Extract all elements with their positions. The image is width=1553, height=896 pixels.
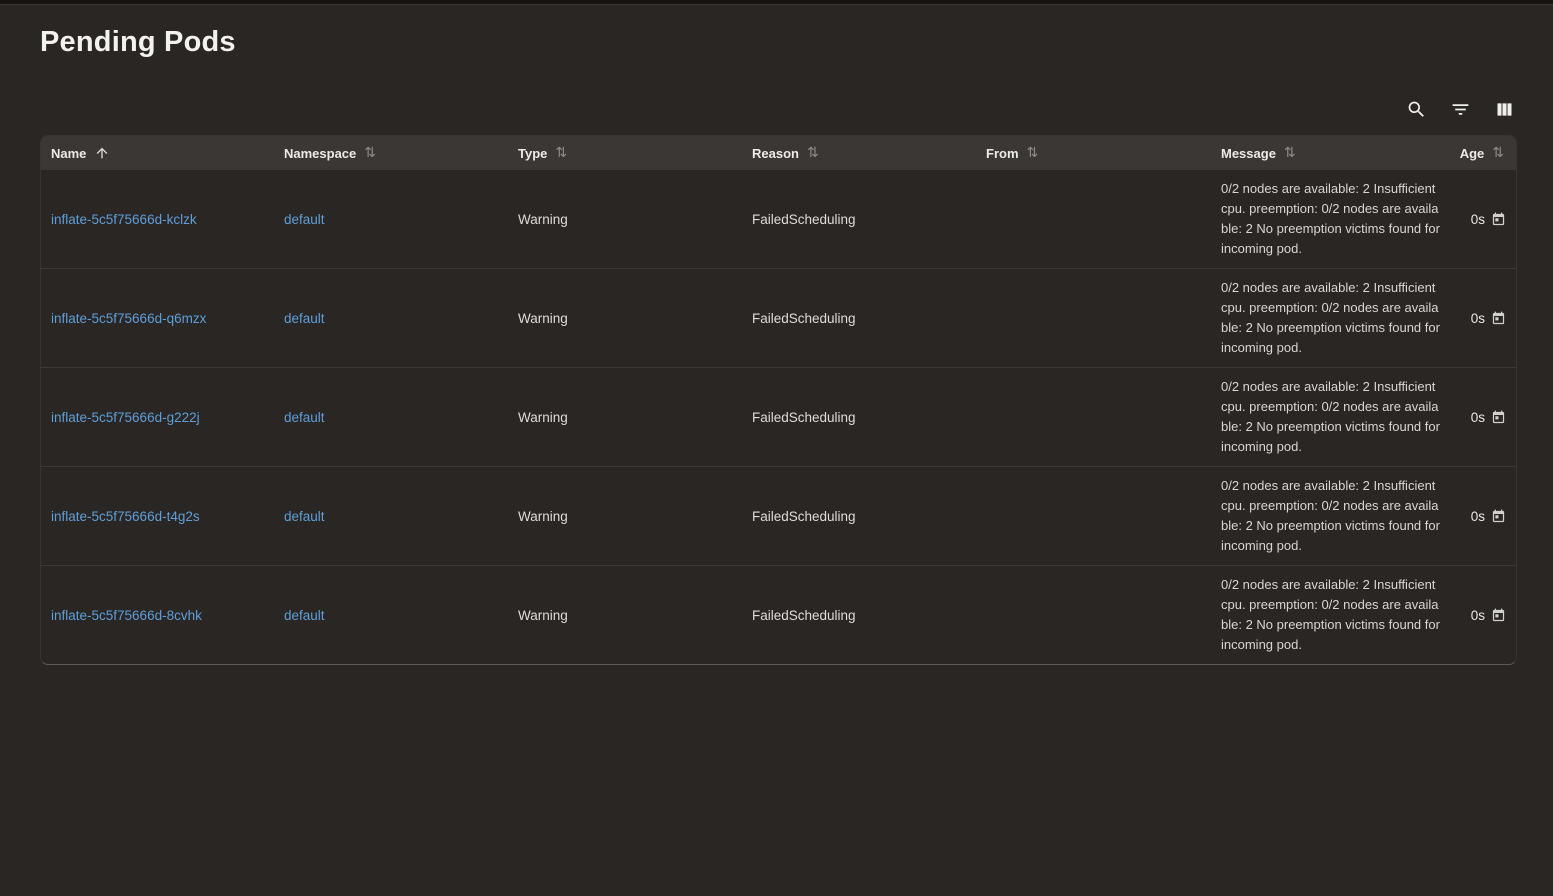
- table-row: inflate-5c5f75666d-g222j default Warning…: [41, 368, 1516, 467]
- calendar-icon: [1491, 608, 1506, 623]
- namespace-link[interactable]: default: [284, 212, 325, 227]
- sort-icon: ⇅: [1284, 146, 1296, 160]
- pending-pods-table: Name Namespace ⇅ Type ⇅ Reason ⇅ From ⇅: [40, 135, 1517, 665]
- column-header-from[interactable]: From ⇅: [986, 146, 1221, 161]
- table-row: inflate-5c5f75666d-t4g2s default Warning…: [41, 467, 1516, 566]
- calendar-icon: [1491, 212, 1506, 227]
- table-header-row: Name Namespace ⇅ Type ⇅ Reason ⇅ From ⇅: [41, 136, 1516, 170]
- namespace-link[interactable]: default: [284, 509, 325, 524]
- table-row: inflate-5c5f75666d-q6mzx default Warning…: [41, 269, 1516, 368]
- namespace-cell: default: [284, 311, 518, 326]
- namespace-cell: default: [284, 410, 518, 425]
- column-header-type[interactable]: Type ⇅: [518, 146, 752, 161]
- age-cell: 0s: [1456, 509, 1516, 524]
- table-row: inflate-5c5f75666d-8cvhk default Warning…: [41, 566, 1516, 664]
- type-cell: Warning: [518, 311, 752, 326]
- age-cell: 0s: [1456, 212, 1516, 227]
- namespace-cell: default: [284, 608, 518, 623]
- message-cell: 0/2 nodes are available: 2 Insufficient …: [1221, 467, 1441, 565]
- search-button[interactable]: [1403, 96, 1429, 122]
- sort-icon: ⇅: [364, 146, 376, 160]
- namespace-cell: default: [284, 212, 518, 227]
- sort-icon: ⇅: [1492, 146, 1504, 160]
- page-title: Pending Pods: [40, 26, 1517, 59]
- column-header-message[interactable]: Message ⇅: [1221, 146, 1456, 161]
- age-value: 0s: [1471, 608, 1485, 623]
- pod-name-link[interactable]: inflate-5c5f75666d-kclzk: [51, 212, 197, 227]
- reason-cell: FailedScheduling: [752, 410, 986, 425]
- calendar-icon: [1491, 311, 1506, 326]
- column-label: Type: [518, 146, 547, 161]
- namespace-link[interactable]: default: [284, 608, 325, 623]
- name-cell: inflate-5c5f75666d-8cvhk: [51, 608, 284, 623]
- age-value: 0s: [1471, 212, 1485, 227]
- calendar-icon: [1491, 509, 1506, 524]
- age-value: 0s: [1471, 509, 1485, 524]
- type-cell: Warning: [518, 608, 752, 623]
- filter-button[interactable]: [1447, 96, 1473, 122]
- sort-icon: ⇅: [807, 146, 819, 160]
- sort-icon: ⇅: [555, 146, 567, 160]
- calendar-icon: [1491, 410, 1506, 425]
- sort-icon: ⇅: [1027, 146, 1039, 160]
- search-icon: [1406, 99, 1427, 120]
- pod-name-link[interactable]: inflate-5c5f75666d-t4g2s: [51, 509, 200, 524]
- pending-pods-page: Pending Pods Name N: [0, 26, 1553, 665]
- column-label: Reason: [752, 146, 799, 161]
- age-value: 0s: [1471, 311, 1485, 326]
- table-toolbar: [40, 96, 1517, 122]
- namespace-link[interactable]: default: [284, 311, 325, 326]
- reason-cell: FailedScheduling: [752, 311, 986, 326]
- type-cell: Warning: [518, 509, 752, 524]
- column-label: Message: [1221, 146, 1276, 161]
- message-cell: 0/2 nodes are available: 2 Insufficient …: [1221, 368, 1441, 466]
- age-value: 0s: [1471, 410, 1485, 425]
- name-cell: inflate-5c5f75666d-t4g2s: [51, 509, 284, 524]
- view-columns-icon: [1494, 99, 1515, 120]
- table-row: inflate-5c5f75666d-kclzk default Warning…: [41, 170, 1516, 269]
- age-cell: 0s: [1456, 311, 1516, 326]
- message-cell: 0/2 nodes are available: 2 Insufficient …: [1221, 566, 1441, 664]
- table-body: inflate-5c5f75666d-kclzk default Warning…: [41, 170, 1516, 664]
- message-cell: 0/2 nodes are available: 2 Insufficient …: [1221, 269, 1441, 367]
- column-label: From: [986, 146, 1019, 161]
- reason-cell: FailedScheduling: [752, 509, 986, 524]
- name-cell: inflate-5c5f75666d-q6mzx: [51, 311, 284, 326]
- reason-cell: FailedScheduling: [752, 608, 986, 623]
- message-cell: 0/2 nodes are available: 2 Insufficient …: [1221, 170, 1441, 268]
- top-strip: [0, 0, 1553, 5]
- namespace-cell: default: [284, 509, 518, 524]
- filter-list-icon: [1450, 99, 1471, 120]
- column-header-age[interactable]: Age ⇅: [1456, 146, 1516, 161]
- column-label: Name: [51, 146, 86, 161]
- age-cell: 0s: [1456, 410, 1516, 425]
- type-cell: Warning: [518, 410, 752, 425]
- column-header-namespace[interactable]: Namespace ⇅: [284, 146, 518, 161]
- column-header-reason[interactable]: Reason ⇅: [752, 146, 986, 161]
- pod-name-link[interactable]: inflate-5c5f75666d-8cvhk: [51, 608, 202, 623]
- type-cell: Warning: [518, 212, 752, 227]
- pod-name-link[interactable]: inflate-5c5f75666d-q6mzx: [51, 311, 206, 326]
- age-cell: 0s: [1456, 608, 1516, 623]
- namespace-link[interactable]: default: [284, 410, 325, 425]
- sort-ascending-icon: [94, 145, 110, 161]
- column-label: Age: [1460, 146, 1485, 161]
- columns-button[interactable]: [1491, 96, 1517, 122]
- name-cell: inflate-5c5f75666d-kclzk: [51, 212, 284, 227]
- column-label: Namespace: [284, 146, 356, 161]
- column-header-name[interactable]: Name: [51, 145, 284, 161]
- pod-name-link[interactable]: inflate-5c5f75666d-g222j: [51, 410, 200, 425]
- reason-cell: FailedScheduling: [752, 212, 986, 227]
- name-cell: inflate-5c5f75666d-g222j: [51, 410, 284, 425]
